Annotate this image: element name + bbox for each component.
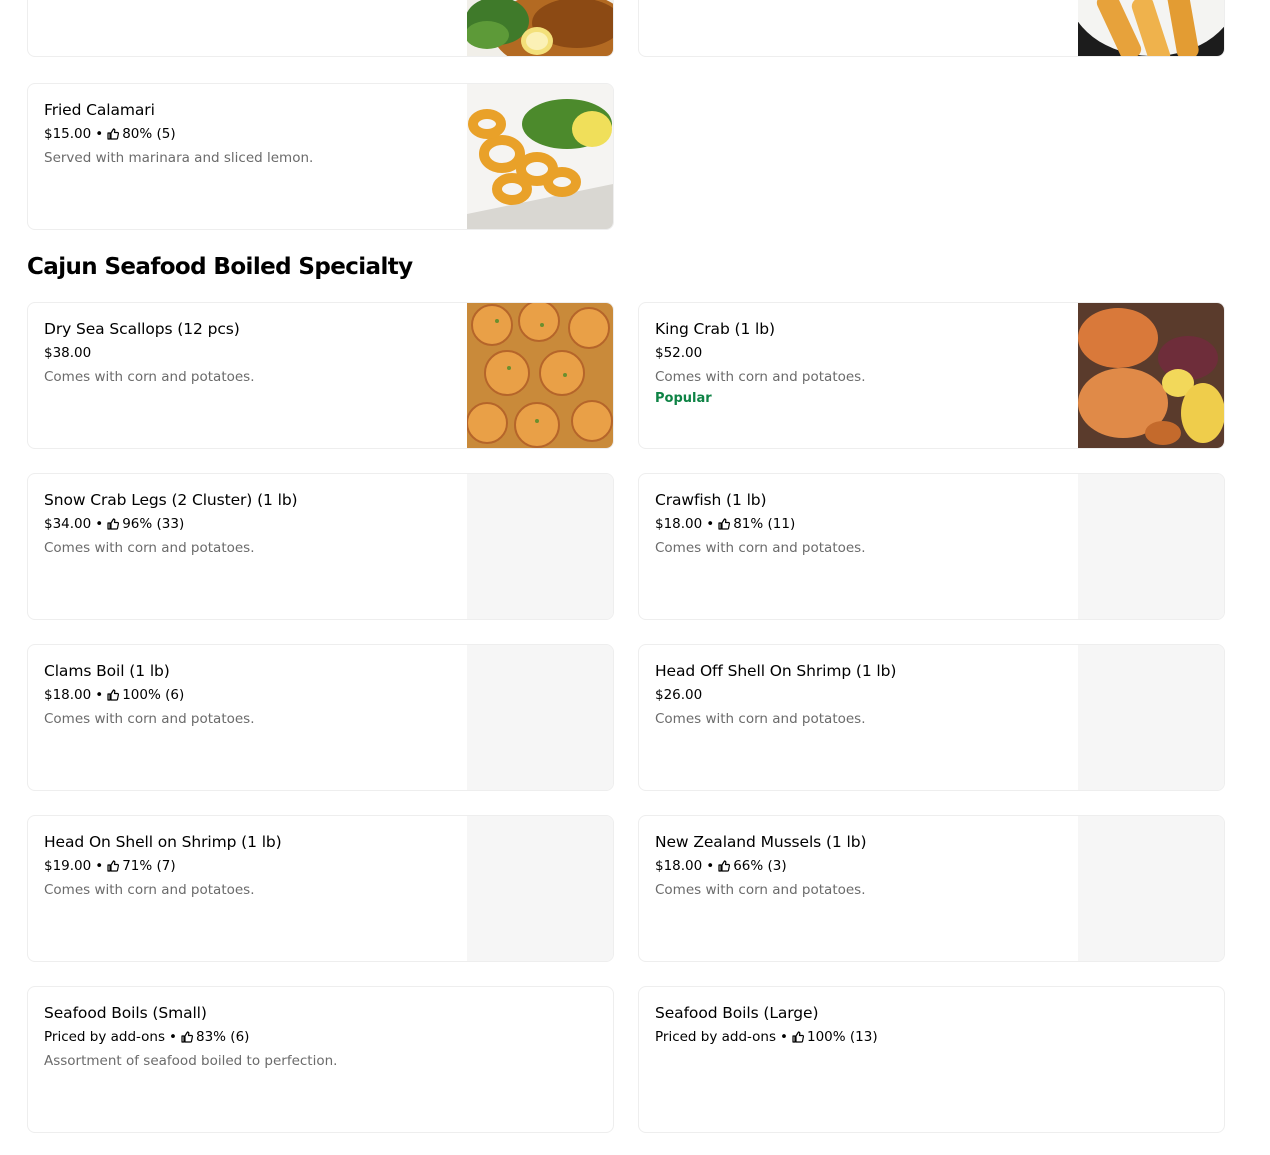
item-meta: $52.00 (655, 344, 1064, 362)
item-name: Head On Shell on Shrimp (1 lb) (44, 833, 282, 851)
thumbs-up-icon (718, 518, 731, 530)
item-rating: 71% (7) (122, 858, 176, 874)
item-photo-king-crab (1078, 303, 1224, 448)
item-price: $26.00 (655, 687, 703, 703)
thumbs-up-icon (107, 689, 120, 701)
item-description: Comes with corn and potatoes. (44, 882, 255, 898)
menu-item-card-crawfish[interactable]: Crawfish (1 lb) $18.00 • 81% (11) Comes … (638, 473, 1225, 620)
thumbs-up-icon (718, 860, 731, 872)
separator-dot: • (95, 858, 104, 874)
menu-item-card-partial-right[interactable] (638, 0, 1225, 57)
separator-dot: • (780, 1029, 788, 1045)
menu-item-card-head-off-shrimp[interactable]: Head Off Shell On Shrimp (1 lb) $26.00 C… (638, 644, 1225, 791)
thumbs-up-icon (181, 1031, 193, 1043)
item-name: Head Off Shell On Shrimp (1 lb) (655, 662, 897, 680)
separator-dot: • (95, 687, 104, 703)
item-name: Crawfish (1 lb) (655, 491, 767, 509)
separator-dot: • (706, 516, 715, 532)
item-description: Comes with corn and potatoes. (655, 711, 866, 727)
item-name: New Zealand Mussels (1 lb) (655, 833, 867, 851)
item-price: Priced by add-ons (44, 1029, 166, 1045)
item-meta: $38.00 (44, 344, 453, 362)
item-description: Comes with corn and potatoes. (655, 882, 866, 898)
item-description: Served with marinara and sliced lemon. (44, 150, 314, 166)
item-meta: $18.00 • 66% (3) (655, 857, 1064, 875)
item-rating: 66% (3) (733, 858, 787, 874)
item-rating: 83% (6) (196, 1029, 250, 1045)
item-name: King Crab (1 lb) (655, 320, 775, 338)
menu-item-card-seafood-boils-large[interactable]: Seafood Boils (Large) Priced by add-ons … (638, 986, 1225, 1133)
item-photo-placeholder (1078, 816, 1224, 961)
item-rating: 80% (5) (122, 126, 176, 142)
item-meta: Priced by add-ons • 100% (13) (655, 1028, 1208, 1046)
item-photo-placeholder (467, 474, 613, 619)
item-price: Priced by add-ons (655, 1029, 777, 1045)
item-price: $15.00 (44, 126, 92, 142)
thumbs-up-icon (107, 860, 120, 872)
menu-item-card-seafood-boils-small[interactable]: Seafood Boils (Small) Priced by add-ons … (27, 986, 614, 1133)
separator-dot: • (706, 858, 715, 874)
item-meta: $34.00 • 96% (33) (44, 515, 453, 533)
item-name: Seafood Boils (Small) (44, 1004, 207, 1022)
item-rating: 100% (6) (122, 687, 185, 703)
item-description: Comes with corn and potatoes. (655, 369, 866, 385)
item-meta: $15.00 • 80% (5) (44, 125, 453, 143)
thumbs-up-icon (107, 518, 120, 530)
item-rating: 96% (33) (122, 516, 185, 532)
menu-item-card-snow-crab-legs[interactable]: Snow Crab Legs (2 Cluster) (1 lb) $34.00… (27, 473, 614, 620)
separator-dot: • (95, 126, 104, 142)
item-price: $34.00 (44, 516, 92, 532)
item-name: Snow Crab Legs (2 Cluster) (1 lb) (44, 491, 298, 509)
item-price: $18.00 (655, 858, 703, 874)
section-title: Cajun Seafood Boiled Specialty (27, 254, 413, 280)
item-meta: $19.00 • 71% (7) (44, 857, 453, 875)
item-meta: $18.00 • 100% (6) (44, 686, 453, 704)
item-price: $52.00 (655, 345, 703, 361)
item-meta: $26.00 (655, 686, 1064, 704)
item-rating: 81% (11) (733, 516, 796, 532)
menu-item-card-partial-left[interactable] (27, 0, 614, 57)
item-name: Fried Calamari (44, 101, 155, 119)
menu-item-card-fried-calamari[interactable]: Fried Calamari $15.00 • 80% (5) Served w… (27, 83, 614, 230)
menu-item-card-head-on-shrimp[interactable]: Head On Shell on Shrimp (1 lb) $19.00 • … (27, 815, 614, 962)
item-name: Clams Boil (1 lb) (44, 662, 170, 680)
menu-item-card-king-crab[interactable]: King Crab (1 lb) $52.00 Comes with corn … (638, 302, 1225, 449)
thumbs-up-icon (107, 128, 120, 140)
item-photo-placeholder (467, 816, 613, 961)
item-photo-fried-fish (467, 0, 613, 56)
item-price: $18.00 (44, 687, 92, 703)
item-photo-scallops (467, 303, 613, 448)
item-price: $18.00 (655, 516, 703, 532)
item-photo-placeholder (467, 645, 613, 790)
item-meta: Priced by add-ons • 83% (6) (44, 1028, 597, 1046)
item-rating: 100% (13) (807, 1029, 878, 1045)
item-price: $19.00 (44, 858, 92, 874)
item-description: Comes with corn and potatoes. (44, 540, 255, 556)
menu-item-card-clams-boil[interactable]: Clams Boil (1 lb) $18.00 • 100% (6) Come… (27, 644, 614, 791)
separator-dot: • (95, 516, 104, 532)
item-description: Comes with corn and potatoes. (44, 369, 255, 385)
item-name: Dry Sea Scallops (12 pcs) (44, 320, 240, 338)
item-photo-placeholder (1078, 645, 1224, 790)
menu-item-card-dry-sea-scallops[interactable]: Dry Sea Scallops (12 pcs) $38.00 Comes w… (27, 302, 614, 449)
popular-badge: Popular (655, 391, 712, 406)
item-price: $38.00 (44, 345, 92, 361)
item-description: Assortment of seafood boiled to perfecti… (44, 1053, 338, 1069)
thumbs-up-icon (792, 1031, 804, 1043)
item-meta: $18.00 • 81% (11) (655, 515, 1064, 533)
item-photo-fried-calamari (467, 84, 613, 229)
separator-dot: • (169, 1029, 177, 1045)
item-photo-mozzarella-sticks (1078, 0, 1224, 56)
item-description: Comes with corn and potatoes. (44, 711, 255, 727)
item-photo-placeholder (1078, 474, 1224, 619)
item-description: Comes with corn and potatoes. (655, 540, 866, 556)
menu-item-card-new-zealand-mussels[interactable]: New Zealand Mussels (1 lb) $18.00 • 66% … (638, 815, 1225, 962)
item-name: Seafood Boils (Large) (655, 1004, 819, 1022)
